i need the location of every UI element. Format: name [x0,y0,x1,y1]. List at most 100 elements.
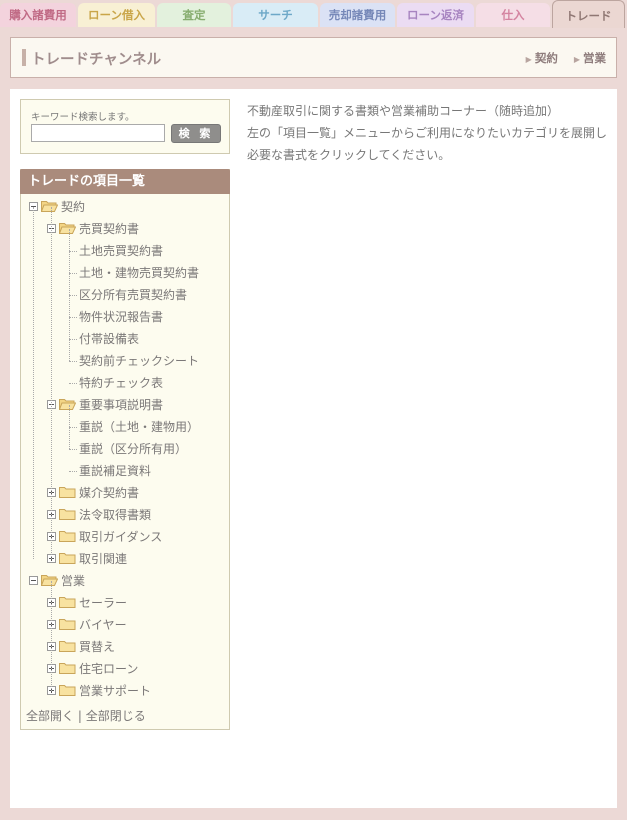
folder-icon [56,618,76,632]
tree-leaf[interactable]: 契約前チェックシート [79,350,199,372]
search-input[interactable] [31,124,165,142]
triangle-right-icon: ▶ [525,55,532,64]
folder-icon [56,398,76,412]
tree-folder[interactable]: 法令取得書類 [47,504,151,526]
description-line: 不動産取引に関する書類や営業補助コーナー（随時追加） [247,104,560,118]
tree-folder[interactable]: 取引ガイダンス [47,526,162,548]
tree-folder-label: 売買契約書 [79,222,140,236]
folder-icon [56,662,76,676]
tree-folder-label: 媒介契約書 [79,486,140,500]
folder-icon [56,530,76,544]
page-description: 不動産取引に関する書類や営業補助コーナー（随時追加） 左の「項目一覧」メニューか… [247,100,607,166]
tree-leaf[interactable]: 付帯設備表 [79,328,139,350]
tree-folder[interactable]: 買替え [47,636,115,658]
page-header: トレードチャンネル ▶ 契約 ▶ 営業 [10,37,617,78]
description-line: 必要な書式をクリックしてください。 [247,148,451,162]
tree-folder[interactable]: セーラー [47,592,127,614]
tree-leaf-label: 区分所有売買契約書 [79,288,188,302]
collapse-icon[interactable] [29,576,38,585]
tree-footer: 全部開く | 全部閉じる [26,707,146,724]
tree-connector [33,207,34,559]
keyword-search-box: キーワード検索します。 検 索 [20,99,230,154]
tree-connector [69,383,77,384]
tab-4[interactable]: 売却諸費用 [320,3,395,27]
header-link-sales[interactable]: ▶ 営業 [574,51,606,65]
tab-5[interactable]: ローン返済 [397,3,474,27]
tree-leaf-label: 物件状況報告書 [79,310,164,324]
tree-connector [69,339,77,340]
header-links: ▶ 契約 ▶ 営業 [514,50,606,66]
folder-icon [56,596,76,610]
tree-leaf[interactable]: 物件状況報告書 [79,306,163,328]
expand-all-link[interactable]: 全部開く [26,709,74,723]
tree-leaf[interactable]: 特約チェック表 [79,372,163,394]
tree-leaf[interactable]: 重説補足資料 [79,460,151,482]
tree-folder[interactable]: 媒介契約書 [47,482,139,504]
header-link-label: 営業 [583,51,606,65]
tree-leaf-label: 土地・建物売買契約書 [79,266,200,280]
tab-0[interactable]: 購入諸費用 [0,3,76,27]
header-link-contract[interactable]: ▶ 契約 [526,51,558,65]
tree-connector [69,317,77,318]
tree-leaf-label: 特約チェック表 [79,376,164,390]
tree-connector [69,361,77,362]
header-accent-bar [22,49,26,66]
folder-icon [56,486,76,500]
tree-leaf[interactable]: 区分所有売買契約書 [79,284,187,306]
tree-leaf[interactable]: 土地・建物売買契約書 [79,262,199,284]
tree-title: トレードの項目一覧 [20,169,230,194]
tree-leaf-label: 重説補足資料 [79,464,152,478]
tree-folder-label: 買替え [79,640,116,654]
search-hint: キーワード検索します。 [31,112,135,123]
tab-bar: 購入諸費用 ローン借入 査定 サーチ 売却諸費用 ローン返済 仕入 トレード [0,0,627,28]
tree-leaf-label: 重説（土地・建物用） [79,420,200,434]
tree-folder[interactable]: 重要事項説明書 [47,394,163,416]
folder-icon [56,508,76,522]
tree-folder[interactable]: 営業 [29,570,85,592]
tree-connector [69,449,77,450]
tree-folder[interactable]: バイヤー [47,614,127,636]
tree-connector [69,471,77,472]
tab-2[interactable]: 査定 [157,3,231,27]
tree-leaf-label: 土地売買契約書 [79,244,164,258]
header-link-label: 契約 [534,51,558,65]
tab-7[interactable]: トレード [552,0,625,28]
content-panel: キーワード検索します。 検 索 トレードの項目一覧 全部開く | 全部閉じる 契… [10,89,617,808]
tree-connector [69,229,70,361]
tree-folder-label: 営業 [61,574,86,588]
tree-folder-label: 契約 [61,200,86,214]
tab-3[interactable]: サーチ [233,3,318,27]
folder-icon [56,684,76,698]
tree-connector [69,251,77,252]
tree-folder-label: セーラー [79,596,128,610]
tree-folder[interactable]: 取引関連 [47,548,127,570]
tree-connector [69,427,77,428]
page-title: トレードチャンネル [31,52,162,68]
tree-leaf[interactable]: 重説（土地・建物用） [79,416,199,438]
folder-icon [38,200,58,214]
collapse-all-link[interactable]: 全部閉じる [86,709,146,723]
tree-folder[interactable]: 売買契約書 [47,218,139,240]
tree-leaf-label: 重説（区分所有用） [79,442,188,456]
tree-folder[interactable]: 住宅ローン [47,658,138,680]
tree-folder-label: 取引ガイダンス [79,530,163,544]
tab-6[interactable]: 仕入 [476,3,550,27]
footer-separator: | [77,709,82,723]
tree-connector [51,581,52,691]
tree-leaf-label: 付帯設備表 [79,332,140,346]
tree-folder-label: 取引関連 [79,552,128,566]
tree-leaf[interactable]: 土地売買契約書 [79,240,163,262]
folder-icon [38,574,58,588]
search-button[interactable]: 検 索 [171,124,221,143]
tree-folder-label: 営業サポート [79,684,152,698]
category-tree-panel: トレードの項目一覧 全部開く | 全部閉じる 契約売買契約書土地売買契約書土地・… [20,169,230,730]
folder-icon [56,222,76,236]
tree-folder-label: バイヤー [79,618,127,632]
tree-folder-label: 重要事項説明書 [79,398,164,412]
tree-folder[interactable]: 営業サポート [47,680,151,702]
tree-folder[interactable]: 契約 [29,196,85,218]
tab-1[interactable]: ローン借入 [78,3,155,27]
tree-connector [69,295,77,296]
tree-connector [69,273,77,274]
tree-leaf[interactable]: 重説（区分所有用） [79,438,187,460]
